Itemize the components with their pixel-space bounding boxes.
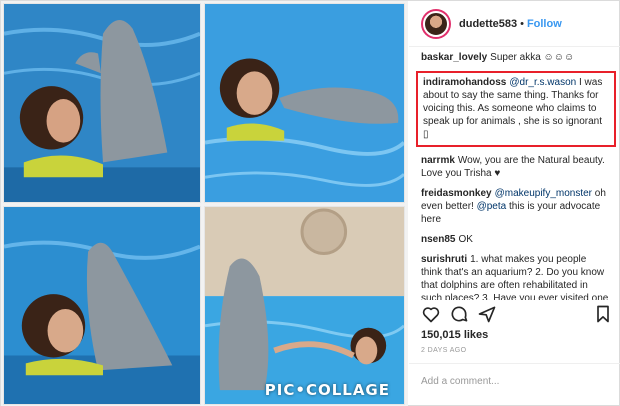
comment-item: surishruti 1. what makes you people think… — [421, 253, 609, 300]
photo-hug-dolphin — [3, 206, 201, 405]
comment-username[interactable]: freidasmonkey — [421, 188, 492, 199]
comment-username[interactable]: surishruti — [421, 254, 467, 265]
avatar[interactable] — [421, 8, 451, 39]
comment-username[interactable]: indiramohandoss — [423, 77, 506, 88]
comment-username[interactable]: narrmk — [421, 155, 455, 166]
post-header: dudette583 • Follow — [409, 1, 620, 47]
comment-mention[interactable]: @makeupify_monster — [495, 188, 592, 199]
comment-icon[interactable] — [449, 304, 469, 324]
comment-item: nsen85 OK — [421, 233, 609, 246]
separator-dot: • — [520, 17, 524, 30]
instagram-post: PIC•COLLAGE dudette583 • Follow baskar_l… — [0, 0, 620, 406]
comment-text: Super akka ☺☺☺ — [490, 52, 575, 63]
post-actions — [421, 304, 611, 326]
comment-username[interactable]: baskar_lovely — [421, 52, 487, 63]
comment-text: OK — [458, 234, 473, 245]
likes-count[interactable]: 150,015 likes — [421, 329, 488, 341]
heart-icon[interactable] — [421, 304, 441, 324]
share-icon[interactable] — [477, 304, 497, 324]
comment-item: freidasmonkey @makeupify_monster oh even … — [421, 187, 609, 226]
comment-item: baskar_lovely Super akka ☺☺☺ — [421, 51, 609, 64]
comment-username[interactable]: nsen85 — [421, 234, 455, 245]
username-link[interactable]: dudette583 — [459, 18, 517, 30]
comments-list[interactable]: baskar_lovely Super akka ☺☺☺ indiramohand… — [409, 48, 620, 300]
photo-dolphin-pool — [204, 206, 405, 405]
post-date[interactable]: 2 DAYS AGO — [421, 347, 467, 354]
post-sidebar: dudette583 • Follow baskar_lovely Super a… — [409, 1, 620, 406]
photo-dolphin-touch — [204, 3, 405, 203]
pic-collage-watermark: PIC•COLLAGE — [264, 381, 390, 399]
photo-collage[interactable]: PIC•COLLAGE — [1, 1, 408, 406]
photo-kiss-dolphin — [3, 3, 201, 203]
follow-button[interactable]: Follow — [527, 18, 562, 30]
comment-item: narrmk Wow, you are the Natural beauty. L… — [421, 154, 609, 180]
avatar-image — [423, 10, 449, 37]
add-comment-input[interactable]: Add a comment... — [409, 363, 620, 406]
bookmark-icon[interactable] — [593, 304, 613, 324]
comment-mention[interactable]: @dr_r.s.wason — [509, 77, 576, 88]
comment-mention[interactable]: @peta — [477, 201, 507, 212]
highlighted-comment: indiramohandoss @dr_r.s.wason I was about… — [416, 71, 616, 147]
